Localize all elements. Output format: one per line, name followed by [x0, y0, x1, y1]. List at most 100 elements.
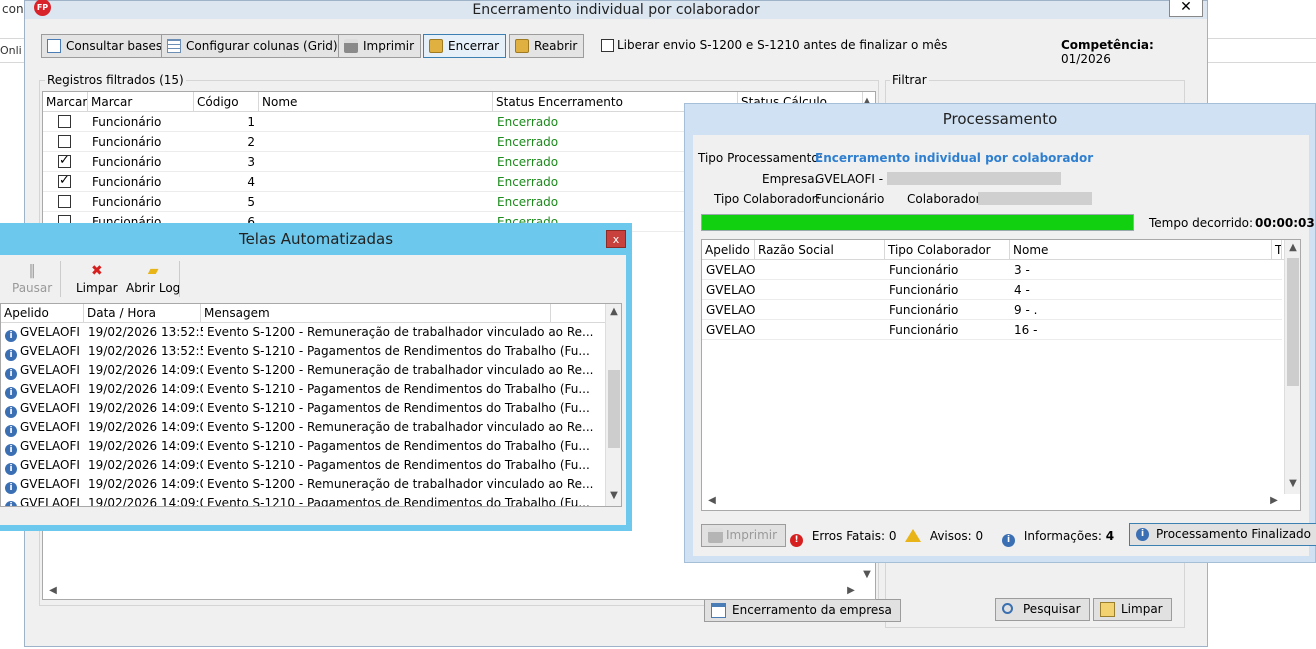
- status-cell: Encerrado: [497, 155, 559, 169]
- razao-cell: [755, 300, 885, 320]
- log-row[interactable]: i GVELAOFI 19/02/2026 14:09:03 Evento S-120…: [1, 475, 607, 494]
- column-header[interactable]: Tipo Colaborador: [885, 240, 1010, 260]
- imprimir-button[interactable]: Imprimir: [338, 34, 422, 58]
- data-cell: 19/02/2026 13:52:58: [88, 344, 203, 358]
- log-row[interactable]: i GVELAOFI 19/02/2026 14:09:03 Evento S-120…: [1, 418, 607, 437]
- column-header[interactable]: Apelido: [1, 304, 84, 323]
- info-icon: i: [5, 349, 17, 361]
- column-header[interactable]: Nome: [1010, 240, 1272, 260]
- log-row[interactable]: i GVELAOFI 19/02/2026 14:09:03 Evento S-121…: [1, 437, 607, 456]
- table-row[interactable]: GVELAOF Funcionário 4 -: [702, 280, 1282, 300]
- row-checkbox[interactable]: [58, 115, 71, 128]
- avisos: Avisos: 0: [905, 529, 983, 543]
- column-header[interactable]: Mensagem: [201, 304, 551, 323]
- proc-grid[interactable]: Apelido Razão Social Tipo Colaborador No…: [701, 239, 1301, 511]
- tipo-cell: Funcionário: [92, 135, 162, 149]
- reabrir-button[interactable]: Reabrir: [509, 34, 585, 58]
- scroll-thumb[interactable]: [608, 370, 620, 448]
- encerramento-empresa-button[interactable]: Encerramento da empresa: [704, 599, 901, 622]
- log-scrollbar[interactable]: ▲ ▼: [605, 304, 621, 506]
- data-cell: 19/02/2026 13:52:58: [88, 325, 203, 339]
- scroll-down-arrow[interactable]: ▼: [859, 567, 875, 583]
- telas-title[interactable]: Telas Automatizadas: [0, 223, 632, 255]
- button-label: Abrir Log: [126, 281, 181, 295]
- scroll-left-arrow[interactable]: ◀: [45, 583, 61, 599]
- encerrar-button[interactable]: Encerrar: [423, 34, 507, 58]
- column-header[interactable]: Apelido: [702, 240, 755, 260]
- empresa-text: GVELAOFI -: [815, 172, 884, 186]
- status-cell: Encerrado: [497, 195, 559, 209]
- abrir-log-button[interactable]: ▰ Abrir Log: [126, 263, 180, 295]
- log-row[interactable]: i GVELAOFI 19/02/2026 14:09:03 Evento S-121…: [1, 456, 607, 475]
- table-row[interactable]: GVELAOF Funcionário 3 -: [702, 260, 1282, 280]
- column-header[interactable]: Razão Social: [755, 240, 885, 260]
- scroll-right-arrow[interactable]: ▶: [843, 583, 859, 599]
- info-icon: i: [1136, 528, 1149, 541]
- scroll-down-arrow[interactable]: ▼: [606, 488, 621, 504]
- nome-cell: [259, 192, 493, 212]
- row-checkbox[interactable]: [58, 195, 71, 208]
- log-row[interactable]: i GVELAOFI 19/02/2026 14:09:03 Evento S-121…: [1, 494, 607, 506]
- configurar-colunas-button[interactable]: Configurar colunas (Grid): [161, 34, 345, 58]
- apelido-cell: GVELAOF: [706, 303, 755, 317]
- button-label: Consultar bases: [66, 39, 163, 53]
- limpar-filtro-button[interactable]: Limpar: [1093, 598, 1172, 621]
- log-row[interactable]: i GVELAOFI 19/02/2026 13:52:58 Evento S-121…: [1, 342, 607, 361]
- apelido-cell: i GVELAOFI: [5, 342, 85, 361]
- mensagem-cell: Evento S-1200 - Remuneração de trabalhad…: [207, 477, 594, 491]
- log-grid[interactable]: Apelido Data / Hora Mensagem i GVELAOFI 19…: [0, 303, 622, 507]
- mensagem-cell: Evento S-1200 - Remuneração de trabalhad…: [207, 325, 594, 339]
- apelido-cell: GVELAOF: [706, 263, 755, 277]
- column-header[interactable]: Data / Hora: [84, 304, 201, 323]
- search-icon: [1002, 603, 1013, 614]
- scroll-up-arrow[interactable]: ▲: [606, 304, 621, 320]
- row-checkbox[interactable]: [58, 135, 71, 148]
- telas-close-button[interactable]: x: [606, 230, 626, 248]
- grid-icon: [167, 39, 181, 53]
- log-row[interactable]: i GVELAOFI 19/02/2026 14:09:02 Evento S-121…: [1, 399, 607, 418]
- column-header[interactable]: Marcar: [88, 92, 194, 112]
- log-row[interactable]: i GVELAOFI 19/02/2026 14:09:02 Evento S-120…: [1, 361, 607, 380]
- row-checkbox[interactable]: [58, 153, 71, 168]
- column-header[interactable]: Marcar: [43, 92, 88, 112]
- limpar-button[interactable]: ✖ Limpar: [76, 263, 118, 295]
- column-header[interactable]: Nome: [259, 92, 493, 112]
- background-tab[interactable]: Onli: [0, 44, 22, 57]
- informacoes: i Informações: 4: [1002, 529, 1114, 547]
- proc-imprimir-button[interactable]: Imprimir: [701, 524, 787, 547]
- close-button[interactable]: ✕: [1169, 0, 1203, 17]
- scroll-up-arrow[interactable]: ▲: [1285, 240, 1300, 256]
- table-row[interactable]: GVELAOF Funcionário 16 -: [702, 320, 1282, 340]
- apelido-text: GVELAOFI: [20, 344, 80, 358]
- scroll-right-arrow[interactable]: ▶: [1266, 493, 1282, 509]
- log-row[interactable]: i GVELAOFI 19/02/2026 13:52:58 Evento S-120…: [1, 323, 607, 342]
- telas-automatizadas-window: Telas Automatizadas x ‖ Pausar ✖ Limpar …: [0, 223, 632, 531]
- window-title: Encerramento individual por colaborador: [472, 2, 760, 18]
- razao-cell: [755, 280, 885, 300]
- pausar-button[interactable]: ‖ Pausar: [12, 263, 52, 295]
- window-titlebar[interactable]: Encerramento individual por colaborador: [25, 1, 1207, 19]
- proc-title[interactable]: Processamento: [685, 104, 1315, 134]
- log-row[interactable]: i GVELAOFI 19/02/2026 14:09:02 Evento S-121…: [1, 380, 607, 399]
- pesquisar-button[interactable]: Pesquisar: [995, 598, 1090, 621]
- liberar-envio-checkbox[interactable]: [601, 39, 614, 52]
- apelido-text: GVELAOFI: [20, 382, 80, 396]
- redacted-block: [886, 172, 1061, 185]
- folder-icon: ▰: [147, 263, 159, 279]
- apelido-cell: GVELAOF: [706, 283, 755, 297]
- scroll-left-arrow[interactable]: ◀: [704, 493, 720, 509]
- lock-icon: [429, 39, 443, 53]
- row-checkbox[interactable]: [58, 173, 71, 188]
- mensagem-cell: Evento S-1210 - Pagamentos de Rendimento…: [207, 401, 590, 415]
- scroll-down-arrow[interactable]: ▼: [1285, 476, 1300, 492]
- consultar-bases-button[interactable]: Consultar bases: [41, 34, 170, 58]
- button-label: Limpar: [76, 281, 118, 295]
- column-header[interactable]: Código: [194, 92, 259, 112]
- proc-scrollbar[interactable]: ▲ ▼: [1284, 240, 1300, 494]
- table-row[interactable]: GVELAOF Funcionário 9 - .: [702, 300, 1282, 320]
- scroll-thumb[interactable]: [1287, 258, 1299, 386]
- processamento-finalizado-button[interactable]: i Processamento Finalizado: [1129, 523, 1316, 546]
- apelido-text: GVELAOFI: [20, 420, 80, 434]
- column-header[interactable]: T: [1272, 240, 1282, 260]
- pause-icon: ‖: [28, 263, 36, 279]
